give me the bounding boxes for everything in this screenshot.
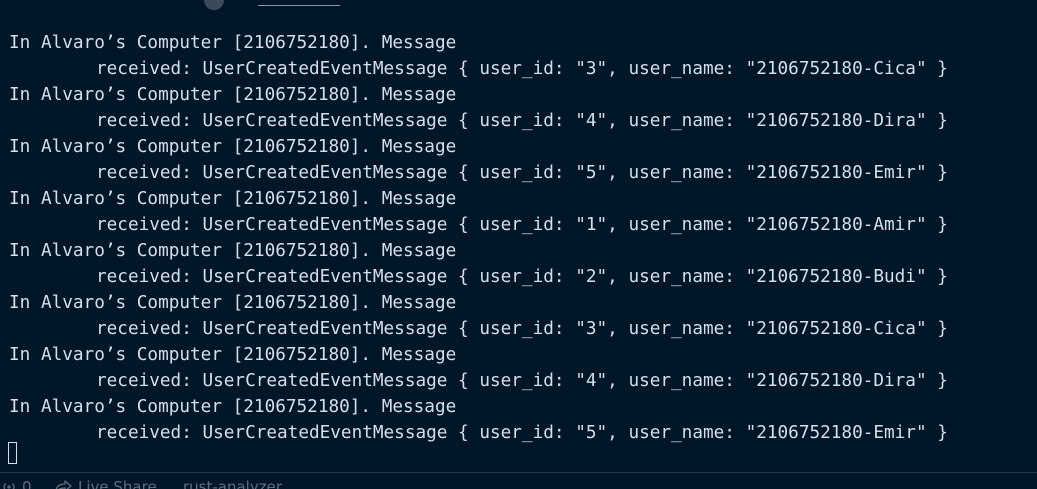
top-tab-strip (0, 0, 1037, 12)
ports-status-item[interactable]: 0 (2, 479, 32, 489)
terminal-line: received: UserCreatedEventMessage { user… (96, 267, 948, 287)
terminal-line: In Alvaro’s Computer [2106752180]. Messa… (9, 241, 457, 261)
terminal-line: received: UserCreatedEventMessage { user… (96, 111, 948, 131)
status-bar: 0 Live Share rust-analyzer (0, 472, 1037, 489)
terminal-cursor (8, 442, 17, 464)
terminal-line: received: UserCreatedEventMessage { user… (96, 319, 948, 339)
terminal-line: received: UserCreatedEventMessage { user… (96, 371, 948, 391)
terminal-line: In Alvaro’s Computer [2106752180]. Messa… (9, 33, 457, 53)
ports-count: 0 (22, 478, 32, 489)
terminal-line: In Alvaro’s Computer [2106752180]. Messa… (9, 137, 457, 157)
terminal-line: In Alvaro’s Computer [2106752180]. Messa… (9, 345, 457, 365)
rust-analyzer-label: rust-analyzer (183, 478, 282, 489)
terminal-line: received: UserCreatedEventMessage { user… (96, 163, 948, 183)
terminal-line: In Alvaro’s Computer [2106752180]. Messa… (9, 189, 457, 209)
terminal-line: received: UserCreatedEventMessage { user… (96, 423, 948, 443)
terminal-line: received: UserCreatedEventMessage { user… (96, 215, 948, 235)
terminal-line: In Alvaro’s Computer [2106752180]. Messa… (9, 293, 457, 313)
terminal-line: In Alvaro’s Computer [2106752180]. Messa… (9, 397, 457, 417)
broadcast-icon (2, 480, 16, 489)
active-tab-underline (258, 5, 340, 6)
terminal-line: received: UserCreatedEventMessage { user… (96, 59, 948, 79)
rust-analyzer-status[interactable]: rust-analyzer (183, 479, 282, 489)
live-share-button[interactable]: Live Share (54, 479, 157, 489)
terminal-line: In Alvaro’s Computer [2106752180]. Messa… (9, 85, 457, 105)
live-share-label: Live Share (78, 478, 157, 489)
tab-status-dot-icon (204, 0, 224, 10)
live-share-arrow-icon (54, 480, 72, 489)
terminal-output[interactable]: In Alvaro’s Computer [2106752180]. Messa… (0, 30, 1037, 470)
